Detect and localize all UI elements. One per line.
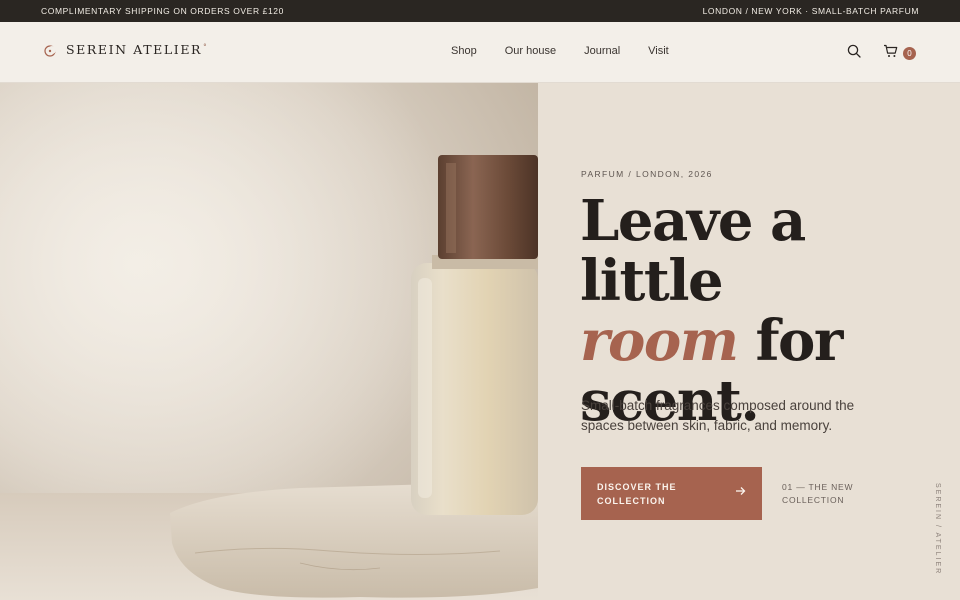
hero-copy-panel: PARFUM / LONDON, 2026 Leave a little roo…	[538, 83, 960, 600]
site-header: SEREIN ATELIER° Shop Our house Journal V…	[0, 22, 960, 83]
brand-name: SEREIN ATELIER°	[66, 42, 209, 57]
crescent-logo-icon	[44, 44, 56, 57]
nav-item-journal[interactable]: Journal	[584, 45, 620, 57]
hero-eyebrow: PARFUM / LONDON, 2026	[581, 169, 713, 179]
hero-subcopy: Small-batch fragrances composed around t…	[581, 398, 855, 433]
cart-button[interactable]: 0	[883, 44, 916, 63]
collection-note: 01 — THE NEW COLLECTION	[782, 482, 854, 505]
cart-icon	[883, 44, 898, 63]
hero-product-image	[0, 83, 538, 600]
nav-item-shop[interactable]: Shop	[451, 45, 477, 57]
cart-count-badge: 0	[903, 47, 916, 60]
cta-label-line-2: COLLECTION	[597, 496, 666, 506]
vertical-brand-label: SEREIN / ATELIER	[934, 483, 941, 576]
location-announcement: LONDON / NEW YORK · SMALL-BATCH PARFUM	[702, 6, 919, 16]
headline-line-1: Leave a little	[580, 188, 806, 314]
search-icon[interactable]	[847, 44, 861, 63]
headline-accent-word: room	[580, 308, 739, 374]
nav-item-visit[interactable]: Visit	[648, 45, 669, 57]
nav-item-our-house[interactable]: Our house	[505, 45, 556, 57]
discover-collection-button[interactable]: DISCOVER THE COLLECTION	[581, 467, 762, 520]
header-actions: 0	[847, 44, 916, 63]
announcement-bar: COMPLIMENTARY SHIPPING ON ORDERS OVER £1…	[0, 0, 960, 22]
brand-logo[interactable]: SEREIN ATELIER°	[44, 42, 208, 57]
shipping-announcement: COMPLIMENTARY SHIPPING ON ORDERS OVER £1…	[41, 6, 284, 16]
arrow-right-icon	[735, 486, 746, 500]
main-nav: Shop Our house Journal Visit	[451, 45, 669, 57]
hero-headline: Leave a little room for scent.	[580, 191, 960, 431]
cta-label-line-1: DISCOVER THE	[597, 482, 677, 492]
headline-line-2-rest: for	[737, 308, 843, 374]
